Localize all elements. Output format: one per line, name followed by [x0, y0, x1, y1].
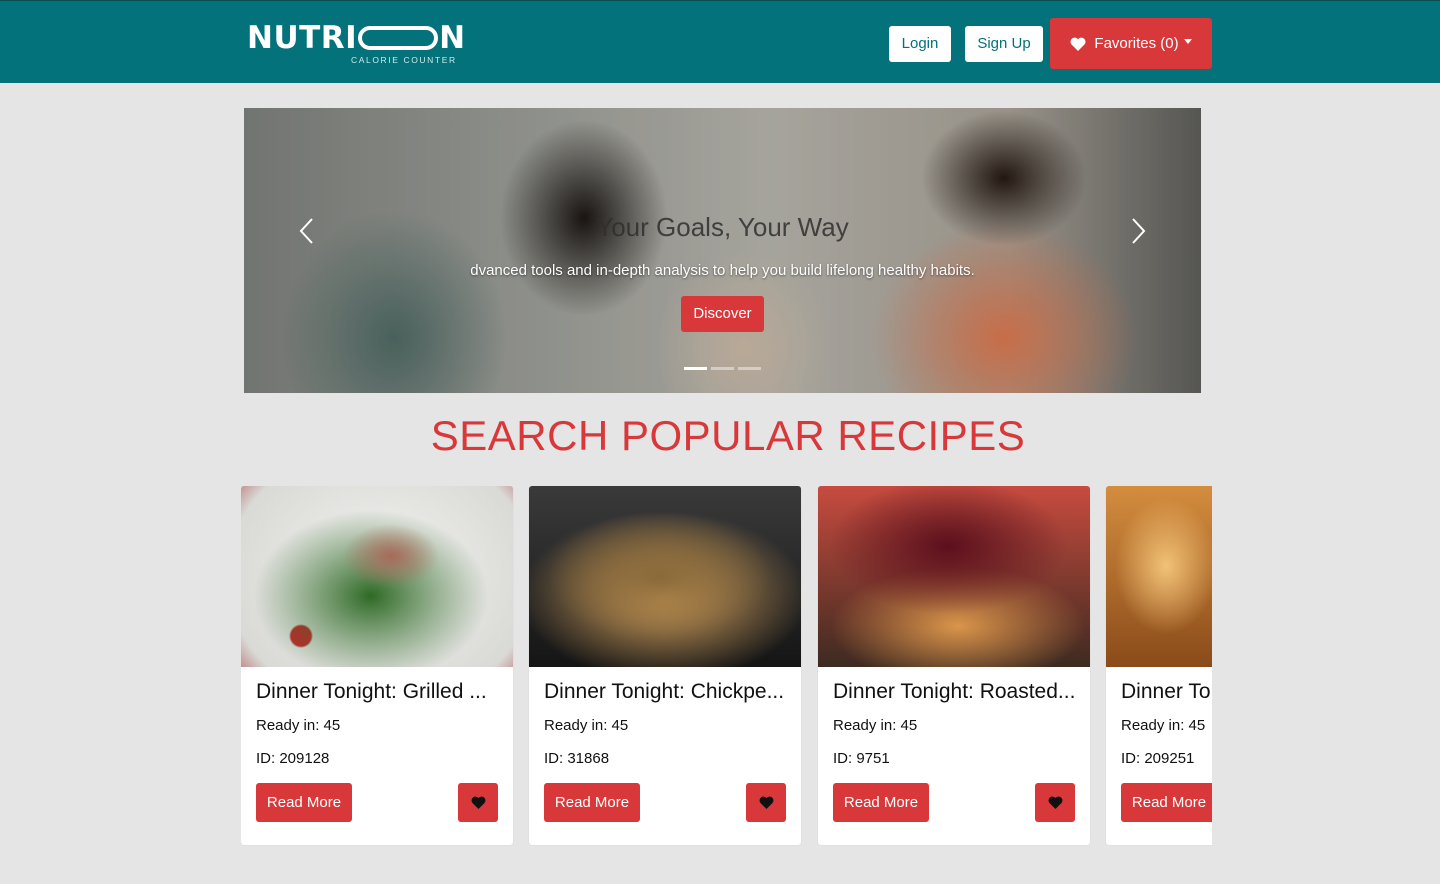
read-more-button[interactable]: Read More — [256, 783, 352, 822]
section-title: SEARCH POPULAR RECIPES — [430, 412, 1026, 459]
recipe-ready-time: Ready in: 45 — [1121, 717, 1206, 734]
caret-down-icon — [1183, 39, 1192, 44]
recipe-title: Dinner To — [1121, 680, 1211, 703]
carousel-indicator-1[interactable] — [684, 367, 707, 370]
favorites-label: Favorites (0) — [1094, 35, 1179, 52]
read-more-button[interactable]: Read More — [544, 783, 640, 822]
hero-carousel: Your Goals, Your Way dvanced tools and i… — [244, 108, 1201, 393]
recipe-ready-time: Ready in: 45 — [833, 717, 918, 734]
recipe-image[interactable] — [529, 486, 801, 667]
recipe-title: Dinner Tonight: Roasted... — [833, 680, 1076, 703]
recipe-id: ID: 209128 — [256, 750, 330, 767]
carousel-indicator-3[interactable] — [738, 367, 761, 370]
carousel-title: Your Goals, Your Way — [596, 212, 849, 242]
recipe-id: ID: 209251 — [1121, 750, 1195, 767]
brand-logo[interactable]: NUTRI N CALORIE COUNTER — [247, 21, 465, 67]
chevron-left-icon[interactable] — [296, 216, 318, 246]
carousel-indicators — [684, 367, 761, 370]
discover-button[interactable]: Discover — [681, 296, 764, 332]
recipe-image[interactable] — [818, 486, 1090, 667]
heart-icon — [1048, 796, 1062, 809]
favorite-button[interactable] — [1035, 783, 1075, 822]
heart-icon — [759, 796, 773, 809]
heart-icon — [471, 796, 485, 809]
favorites-dropdown-button[interactable]: Favorites (0) — [1050, 18, 1212, 69]
logo-text-left: NUTRI — [247, 20, 358, 56]
chevron-right-icon[interactable] — [1127, 216, 1149, 246]
heart-icon — [1070, 37, 1086, 51]
recipe-title: Dinner Tonight: Chickpe... — [544, 680, 785, 703]
favorite-button[interactable] — [458, 783, 498, 822]
carousel-image — [244, 108, 1201, 393]
login-button[interactable]: Login — [889, 26, 951, 62]
navbar: NUTRI N CALORIE COUNTER Login Sign Up Fa… — [0, 0, 1440, 83]
recipe-id: ID: 31868 — [544, 750, 610, 767]
recipe-ready-time: Ready in: 45 — [544, 717, 629, 734]
logo-text-right: N — [439, 20, 466, 56]
logo-tagline: CALORIE COUNTER — [351, 55, 457, 65]
recipe-image[interactable] — [1106, 486, 1212, 667]
read-more-button[interactable]: Read More — [1121, 783, 1212, 822]
favorite-button[interactable] — [746, 783, 786, 822]
recipe-card: Dinner To Ready in: 45 ID: 209251 Read M… — [1106, 486, 1212, 845]
recipe-cards: Dinner Tonight: Grilled ... Ready in: 45… — [241, 486, 1212, 846]
signup-button[interactable]: Sign Up — [965, 26, 1043, 62]
read-more-button[interactable]: Read More — [833, 783, 929, 822]
logo-wordmark: NUTRI N — [247, 21, 466, 55]
recipe-card: Dinner Tonight: Roasted... Ready in: 45 … — [818, 486, 1090, 845]
recipe-image[interactable] — [241, 486, 513, 667]
recipe-card: Dinner Tonight: Grilled ... Ready in: 45… — [241, 486, 513, 845]
logo-pill-shape — [358, 26, 439, 50]
carousel-indicator-2[interactable] — [711, 367, 734, 370]
recipe-id: ID: 9751 — [833, 750, 890, 767]
recipe-title: Dinner Tonight: Grilled ... — [256, 680, 487, 703]
recipe-ready-time: Ready in: 45 — [256, 717, 341, 734]
recipe-card: Dinner Tonight: Chickpe... Ready in: 45 … — [529, 486, 801, 845]
carousel-subtitle: dvanced tools and in-depth analysis to h… — [470, 262, 975, 279]
